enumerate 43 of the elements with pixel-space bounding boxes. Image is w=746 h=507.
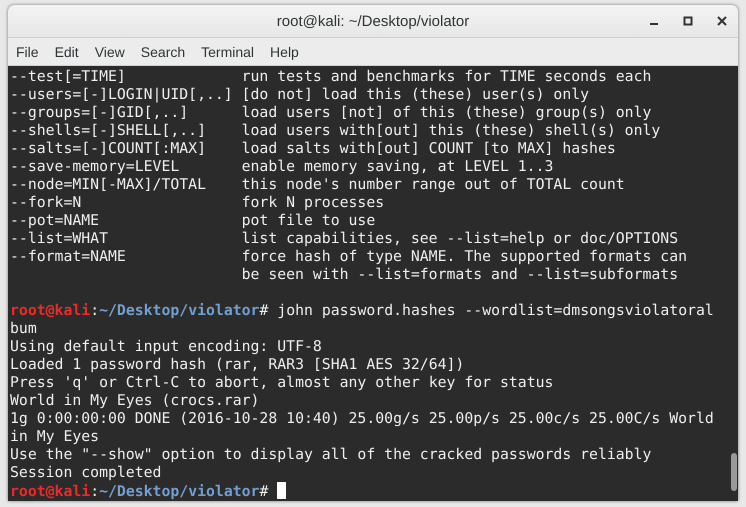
- option-label: --salts=[-]COUNT[:MAX]: [10, 140, 207, 158]
- option-label: --node=MIN[-MAX]/TOTAL: [10, 176, 207, 194]
- output-line: Using default input encoding: UTF-8: [10, 338, 323, 356]
- option-description: force hash of type NAME. The supported formats can: [242, 248, 688, 266]
- maximize-icon: [683, 16, 693, 26]
- menu-item[interactable]: Help: [262, 44, 307, 60]
- option-label: --save-memory=LEVEL: [10, 158, 180, 176]
- option-label: --pot=NAME: [10, 212, 100, 230]
- option-description: pot file to use: [242, 212, 376, 230]
- close-icon: [717, 16, 727, 26]
- option-label: --users=[-]LOGIN|UID[,..]: [10, 86, 234, 104]
- option-description: this node's number range out of TOTAL count: [242, 176, 626, 194]
- menu-item[interactable]: Edit: [46, 44, 87, 60]
- option-label: --format=NAME: [10, 248, 127, 266]
- option-description: [do not] load this (these) user(s) only: [242, 86, 590, 104]
- option-label: --fork=N: [10, 194, 82, 212]
- output-line: Use the "--show" option to display all of the cracked passwords reliably: [10, 446, 652, 464]
- output-line: Press 'q' or Ctrl-C to abort, almost any other key for status: [10, 374, 554, 392]
- output-line: Loaded 1 password hash (rar, RAR3 [SHA1 AES 32/64]): [10, 356, 466, 374]
- option-label: --test[=TIME]: [10, 68, 127, 86]
- output-line: Session completed: [10, 464, 162, 482]
- option-description: load users with[out] this (these) shell(s) only: [242, 122, 662, 140]
- option-description: fork N processes: [242, 194, 386, 212]
- output-line: World in My Eyes (crocs.rar): [10, 392, 260, 410]
- menu-item[interactable]: Search: [132, 44, 194, 60]
- option-description: run tests and benchmarks for TIME seconds each: [242, 68, 652, 86]
- option-label: --groups=[-]GID[,..]: [10, 104, 190, 122]
- option-description: load users [not] of this (these) group(s) only: [242, 104, 652, 122]
- option-description: list capabilities, see --list=help or doc/OPTIONS: [242, 230, 680, 248]
- prompt-line: root@kali:~/Desktop/violator#: [10, 482, 723, 501]
- menu-item[interactable]: File: [8, 44, 47, 60]
- window-title: root@kali: ~/Desktop/violator: [276, 12, 470, 30]
- option-label: --list=WHAT: [10, 230, 109, 248]
- option-label: --shells=[-]SHELL[,..]: [10, 122, 207, 140]
- output-line: 1g 0:00:00:00 DONE (2016-10-28 10:40) 25.00g/s 25.00p/s 25.00c/s 25.00C/s World in My Eyes: [10, 410, 715, 446]
- option-description: be seen with --list=formats and --list=subformats: [242, 266, 680, 284]
- option-description: load salts with[out] COUNT [to MAX] hashes: [242, 140, 617, 158]
- option-description: enable memory saving, at LEVEL 1..3: [242, 158, 554, 176]
- prompt-line: root@kali:~/Desktop/violator# john password.hashes --wordlist=dmsongsviolatoralbum: [10, 302, 715, 338]
- menu-item[interactable]: Terminal: [193, 44, 262, 60]
- scrollbar-thumb[interactable]: [731, 453, 737, 491]
- menu-item[interactable]: View: [86, 44, 133, 60]
- minimize-icon: [650, 23, 658, 25]
